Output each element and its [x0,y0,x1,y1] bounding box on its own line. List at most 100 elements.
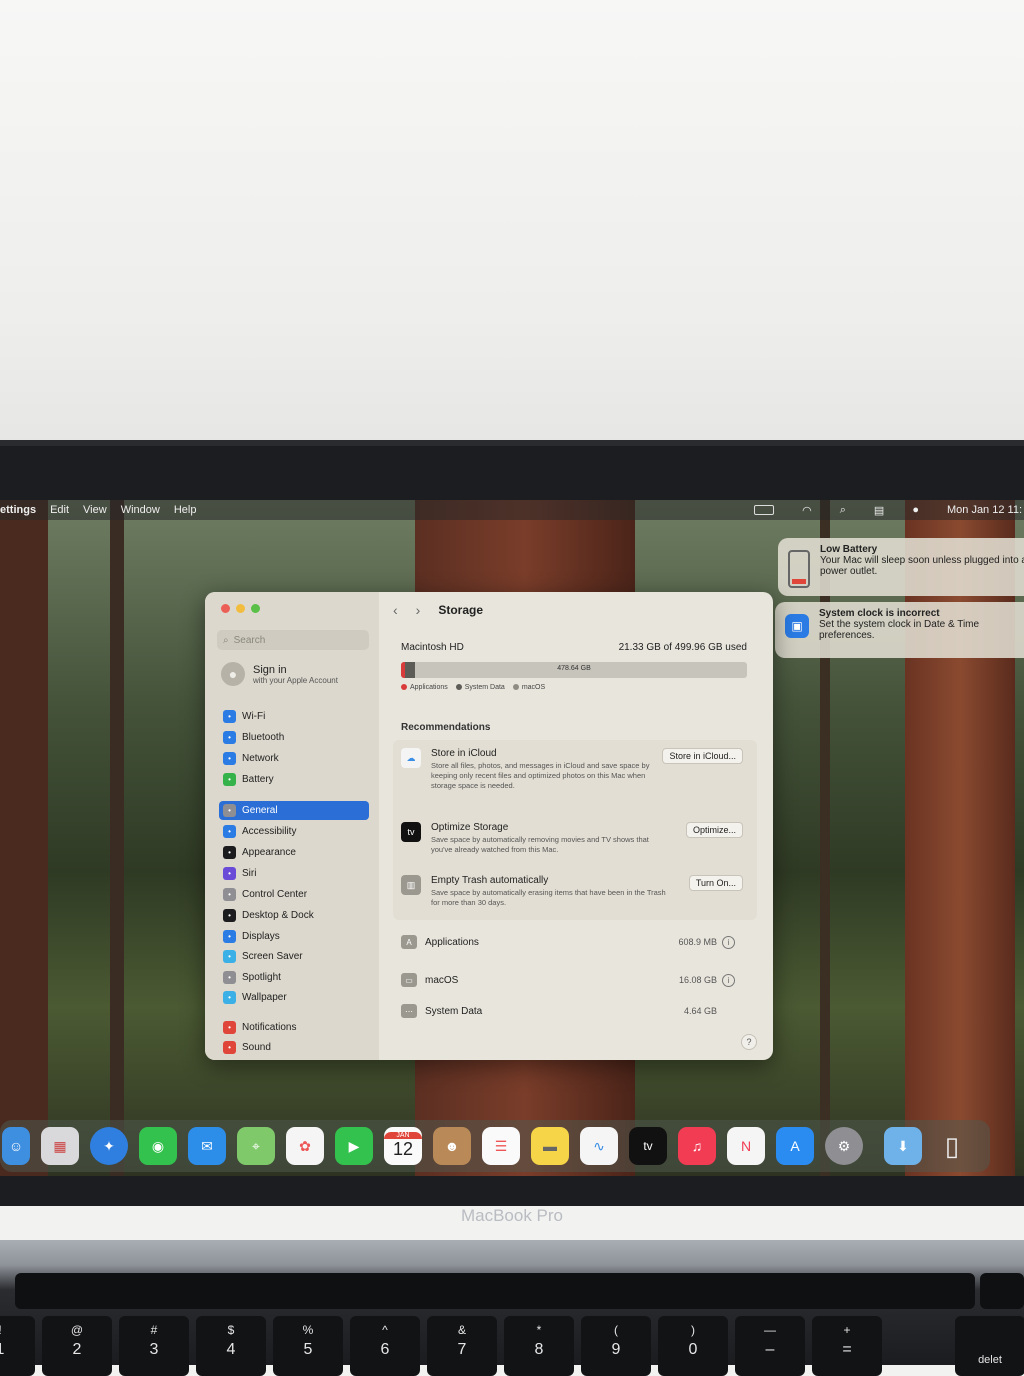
music-icon[interactable]: ♫ [678,1127,716,1165]
key-7[interactable]: & 7 [427,1316,497,1376]
sidebar: ⌕ Search ● Sign in with your Apple Accou… [205,592,379,1060]
key-5[interactable]: % 5 [273,1316,343,1376]
minimize-button[interactable] [236,604,245,613]
sidebar-item-bluetooth[interactable]: • Bluetooth [219,728,369,747]
maps-icon[interactable]: ⌖ [237,1127,275,1165]
sidebar-item-appearance[interactable]: • Appearance [219,843,369,862]
mail-icon[interactable]: ✉ [188,1127,226,1165]
key-11[interactable]: — – [735,1316,805,1376]
sidebar-item-wi-fi[interactable]: • Wi-Fi [219,707,369,726]
touch-bar[interactable] [15,1273,975,1309]
sidebar-item-control-center[interactable]: • Control Center [219,885,369,904]
notes-icon[interactable]: ▬ [531,1127,569,1165]
close-button[interactable] [221,604,230,613]
key-number: 7 [457,1341,467,1358]
sidebar-item-spotlight[interactable]: • Spotlight [219,968,369,987]
downloads-folder-icon[interactable]: ⬇ [884,1127,922,1165]
menu-clock[interactable]: Mon Jan 12 11: [947,504,1022,516]
menu-app-name[interactable]: ettings [0,504,36,516]
tree-trunk [0,500,48,1176]
key-8[interactable]: * 8 [504,1316,574,1376]
sidebar-item-general[interactable]: • General [219,801,369,820]
optimize-button[interactable]: Optimize... [685,822,743,838]
key-symbol: — [764,1323,776,1337]
info-icon[interactable]: i [722,973,735,987]
store-in-icloud-button[interactable]: Store in iCloud... [662,748,743,764]
news-icon[interactable]: N [727,1127,765,1165]
displays-icon: • [223,930,236,943]
siri-icon[interactable]: ● [912,504,919,516]
notification-clock[interactable]: ▣ System clock is incorrect Set the syst… [775,602,1024,658]
menu-view[interactable]: View [83,504,107,516]
photos-icon[interactable]: ✿ [286,1127,324,1165]
zoom-button[interactable] [251,604,260,613]
sidebar-item-sound[interactable]: • Sound [219,1038,369,1057]
notification-body: Set the system clock in Date & Time pref… [819,619,980,641]
touch-id-key[interactable] [980,1273,1024,1309]
bluetooth-icon: • [223,731,236,744]
notification-title: System clock is incorrect [819,608,940,619]
launchpad-icon[interactable]: ▦ [41,1127,79,1165]
category-macos[interactable]: ▭ macOS 16.08 GB i [393,966,757,994]
system-settings-icon[interactable]: ⚙ [825,1127,863,1165]
sidebar-item-displays[interactable]: • Displays [219,927,369,946]
sidebar-item-notifications[interactable]: • Notifications [219,1018,369,1037]
category-system-data[interactable]: ⋯ System Data 4.64 GB [393,997,757,1025]
sidebar-item-accessibility[interactable]: • Accessibility [219,822,369,841]
menu-bar: ettings Edit View Window Help ◠ ⌕ ▤ ● Mo… [0,500,1024,520]
storage-legend: Applications System Data macOS [401,684,545,691]
info-icon[interactable]: i [722,935,735,949]
trash-icon[interactable]: ▯ [933,1127,971,1165]
category-applications[interactable]: A Applications 608.9 MB i [393,928,757,956]
key-number: 3 [149,1341,159,1358]
key-2[interactable]: @2 [42,1316,112,1376]
system-data-icon: ⋯ [401,1004,417,1018]
apple-tv-icon[interactable]: tv [629,1127,667,1165]
key-4[interactable]: $4 [196,1316,266,1376]
rec-title: Optimize Storage [431,822,509,833]
key-6[interactable]: ^ 6 [350,1316,420,1376]
category-size: 608.9 MB [678,937,717,947]
search-field[interactable]: ⌕ Search [217,630,369,650]
back-chevron-icon[interactable]: ‹ [393,602,398,618]
key-3[interactable]: #3 [119,1316,189,1376]
key-9[interactable]: (9 [581,1316,651,1376]
help-button[interactable]: ? [741,1034,757,1050]
finder-icon[interactable]: ☺ [2,1127,30,1165]
sidebar-item-network[interactable]: • Network [219,749,369,768]
delete-key[interactable]: delet [955,1316,1024,1376]
key-10[interactable]: ) 0 [658,1316,728,1376]
sidebar-item-siri[interactable]: • Siri [219,864,369,883]
app-store-icon[interactable]: A [776,1127,814,1165]
calendar-icon[interactable]: JAN 12 [384,1127,422,1165]
notification-low-battery[interactable]: Low Battery Your Mac will sleep soon unl… [778,538,1024,596]
contacts-icon[interactable]: ☻ [433,1127,471,1165]
wifi-icon[interactable]: ◠ [802,504,812,517]
sidebar-item-screen-saver[interactable]: • Screen Saver [219,947,369,966]
key-12[interactable]: + = [812,1316,882,1376]
system-settings-window: ⌕ Search ● Sign in with your Apple Accou… [205,592,773,1060]
menu-window[interactable]: Window [121,504,160,516]
sidebar-item-wallpaper[interactable]: • Wallpaper [219,988,369,1007]
sidebar-item-battery[interactable]: • Battery [219,770,369,789]
search-icon[interactable]: ⌕ [840,504,846,517]
battery-icon[interactable] [754,505,775,515]
key-1[interactable]: !1 [0,1316,35,1376]
apple-tv-icon: tv [401,822,421,842]
menu-edit[interactable]: Edit [50,504,69,516]
freeform-icon[interactable]: ∿ [580,1127,618,1165]
facetime-icon[interactable]: ▶ [335,1127,373,1165]
forward-chevron-icon[interactable]: › [416,602,421,618]
mac-screen: ettings Edit View Window Help ◠ ⌕ ▤ ● Mo… [0,500,1024,1176]
turn-on-button[interactable]: Turn On... [688,875,743,891]
sidebar-item-desktop-dock[interactable]: • Desktop & Dock [219,906,369,925]
control-center-icon[interactable]: ▤ [874,504,884,517]
sign-in-row[interactable]: ● Sign in with your Apple Account [221,662,338,686]
messages-icon[interactable]: ◉ [139,1127,177,1165]
sidebar-item-label: Spotlight [242,972,281,983]
menu-help[interactable]: Help [174,504,197,516]
safari-icon[interactable]: ✦ [90,1127,128,1165]
category-size: 4.64 GB [683,1006,717,1016]
reminders-icon[interactable]: ☰ [482,1127,520,1165]
network-icon: • [223,752,236,765]
